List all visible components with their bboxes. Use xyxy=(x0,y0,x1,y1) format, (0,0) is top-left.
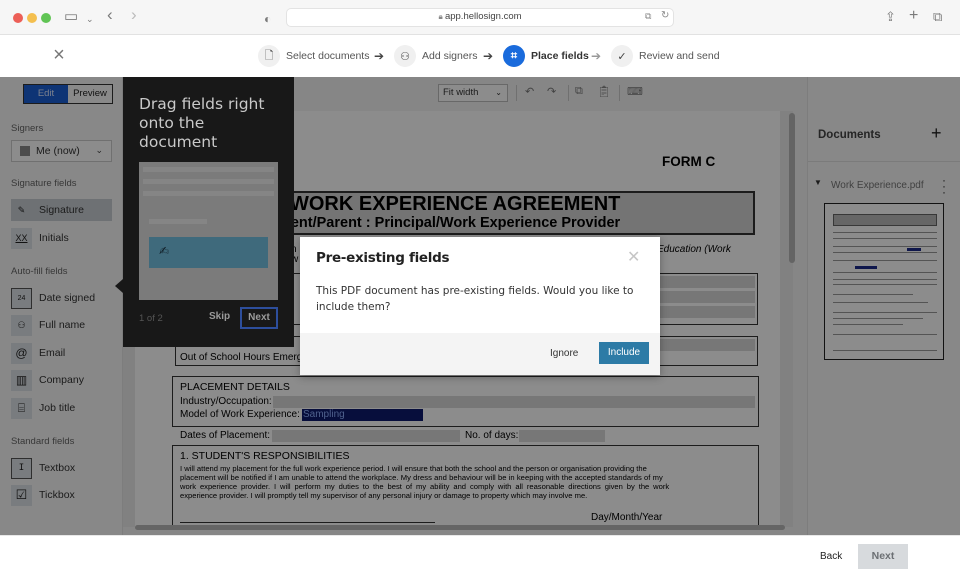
onboarding-tooltip: Drag fields right onto the document ✍︎ 1… xyxy=(115,77,294,347)
include-button[interactable]: Include xyxy=(599,342,649,364)
illustration-signature-field: ✍︎ xyxy=(149,237,268,268)
tooltip-step-counter: 1 of 2 xyxy=(139,313,163,324)
person-icon: ⚇ xyxy=(394,45,416,67)
tabs-overview-icon[interactable]: ⧉ xyxy=(933,8,942,26)
pre-existing-fields-dialog: Pre-existing fields ✕ This PDF document … xyxy=(300,237,660,375)
tooltip-title: Drag fields right onto the document xyxy=(139,95,265,151)
step-select-documents[interactable]: 🗋︎ Select documents xyxy=(258,44,369,68)
step-header: × 🗋︎ Select documents ➔ ⚇ Add signers ➔ … xyxy=(0,35,960,77)
tooltip-caret xyxy=(115,279,123,293)
dialog-message: This PDF document has pre-existing field… xyxy=(316,285,634,313)
address-bar[interactable]: 🔒︎ app.hellosign.com ⧉ ↻ xyxy=(286,8,674,27)
step-review-and-send[interactable]: ✓ Review and send xyxy=(611,44,720,68)
illustration-line xyxy=(143,179,274,184)
maximize-window-button[interactable] xyxy=(41,13,51,23)
step-label: Place fields xyxy=(531,50,589,62)
step-label: Select documents xyxy=(286,50,370,62)
illustration-line xyxy=(143,191,274,196)
close-icon[interactable]: × xyxy=(50,45,68,65)
next-button[interactable]: Next xyxy=(858,544,908,569)
arrow-icon: ➔ xyxy=(483,49,494,63)
place-fields-icon: ⌗ xyxy=(503,45,525,67)
close-icon[interactable]: ✕ xyxy=(627,247,640,267)
arrow-icon: ➔ xyxy=(374,49,385,63)
dialog-title: Pre-existing fields xyxy=(316,250,450,266)
share-icon[interactable]: ⇪ xyxy=(885,8,896,26)
url-text: app.hellosign.com xyxy=(444,11,522,22)
sidebar-toggle-icon[interactable]: ▭ xyxy=(64,8,78,26)
signature-icon: ✍︎ xyxy=(159,244,170,258)
step-place-fields[interactable]: ⌗ Place fields xyxy=(503,44,589,68)
browser-toolbar: ▭ ⌄ ‹ › ◐ 🔒︎ app.hellosign.com ⧉ ↻ ⇪ + ⧉ xyxy=(0,0,960,35)
new-tab-icon[interactable]: + xyxy=(909,7,918,25)
minimize-window-button[interactable] xyxy=(27,13,37,23)
translate-icon[interactable]: ⧉ xyxy=(645,11,651,22)
back-icon[interactable]: ‹ xyxy=(107,6,113,24)
step-label: Add signers xyxy=(422,50,478,62)
step-add-signers[interactable]: ⚇ Add signers xyxy=(394,44,477,68)
illustration-line xyxy=(149,219,207,224)
tooltip-next-button[interactable]: Next xyxy=(240,307,278,329)
reload-icon[interactable]: ↻ xyxy=(661,10,669,21)
illustration-line xyxy=(143,167,274,172)
chevron-down-icon[interactable]: ⌄ xyxy=(86,10,94,28)
privacy-shield-icon[interactable]: ◐ xyxy=(264,10,271,28)
tooltip-illustration: ✍︎ xyxy=(139,162,278,300)
close-window-button[interactable] xyxy=(13,13,23,23)
arrow-icon: ➔ xyxy=(591,49,602,63)
forward-icon[interactable]: › xyxy=(131,6,137,24)
dialog-footer: Ignore Include xyxy=(300,333,660,375)
wizard-footer: Back Next xyxy=(0,535,960,578)
step-label: Review and send xyxy=(639,50,720,62)
tooltip-skip-button[interactable]: Skip xyxy=(209,311,230,322)
document-icon: 🗋︎ xyxy=(258,45,280,67)
back-button[interactable]: Back xyxy=(820,551,842,562)
check-circle-icon: ✓ xyxy=(611,45,633,67)
ignore-button[interactable]: Ignore xyxy=(550,343,578,365)
